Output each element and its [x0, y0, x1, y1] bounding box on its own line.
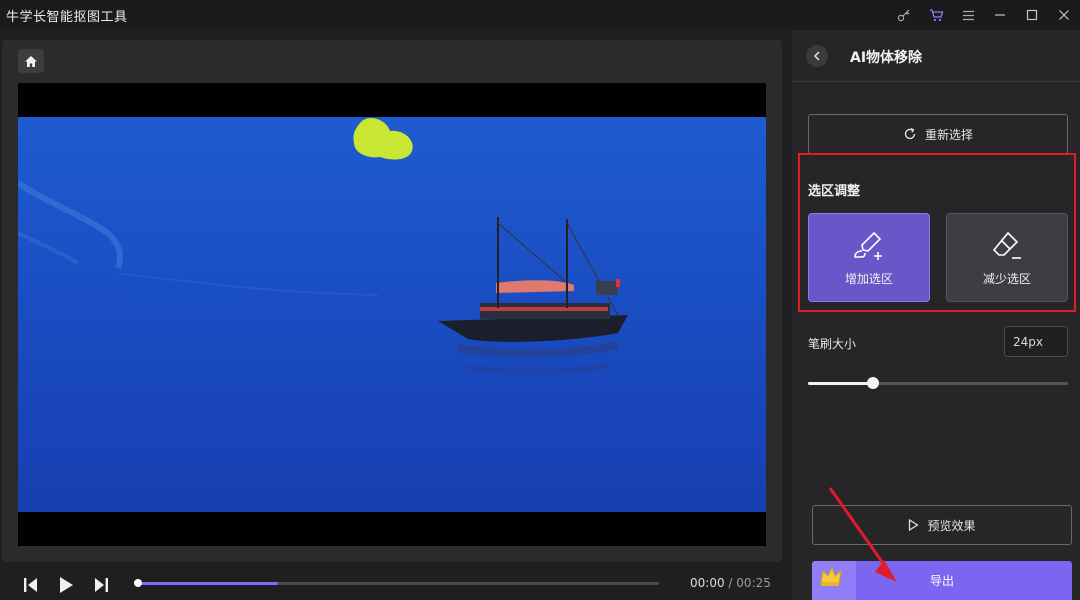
export-button[interactable]: 导出 [812, 561, 1072, 600]
app-title: 牛学长智能抠图工具 [6, 9, 128, 25]
play-icon [60, 577, 73, 593]
cart-icon[interactable] [920, 0, 952, 30]
reduce-selection-button[interactable]: 减少选区 [946, 213, 1068, 302]
panel-header: AI物体移除 [792, 30, 1080, 82]
panel-title: AI物体移除 [850, 50, 923, 66]
refresh-icon [904, 127, 916, 140]
home-icon [25, 55, 37, 67]
menu-icon[interactable] [952, 0, 984, 30]
export-label: 导出 [929, 574, 954, 588]
brush-size-label: 笔刷大小 [808, 337, 857, 351]
add-selection-button[interactable]: 增加选区 [808, 213, 930, 302]
minimize-icon[interactable] [984, 0, 1016, 30]
next-frame-button[interactable] [90, 574, 112, 596]
timeline-track[interactable] [134, 579, 659, 587]
brush-size-slider-handle[interactable] [867, 377, 879, 389]
playback-bar [0, 562, 790, 600]
back-button[interactable] [806, 45, 828, 67]
window-controls [888, 0, 1080, 30]
play-outline-icon [909, 519, 920, 531]
reduce-selection-label: 减少选区 [982, 272, 1031, 286]
brush-size-input[interactable]: 24px [1004, 326, 1068, 357]
brush-size-slider-fill [808, 382, 873, 385]
close-icon[interactable] [1048, 0, 1080, 30]
side-panel: AI物体移除 重新选择 选区调整 增加选区 减少选区 笔刷大小 24px 预览效… [792, 30, 1080, 600]
step-forward-icon [95, 578, 108, 592]
time-display: 00:00 / 00:25 [690, 576, 771, 590]
total-time: 00:25 [736, 576, 771, 590]
previous-frame-button[interactable] [20, 574, 42, 596]
time-separator: / [728, 576, 733, 590]
crown-icon [812, 561, 856, 600]
timeline-progress [137, 582, 278, 585]
editor-stage [2, 40, 782, 562]
chevron-left-icon [813, 51, 820, 61]
step-back-icon [24, 578, 37, 592]
current-time: 00:00 [690, 576, 725, 590]
preview-button[interactable]: 预览效果 [812, 505, 1072, 545]
add-selection-label: 增加选区 [844, 272, 893, 286]
video-frame [18, 83, 766, 546]
eraser-minus-icon [992, 231, 1021, 259]
key-icon[interactable] [888, 0, 920, 30]
maximize-icon[interactable] [1016, 0, 1048, 30]
home-button[interactable] [18, 49, 44, 73]
reselect-button[interactable]: 重新选择 [808, 114, 1068, 154]
timeline-handle[interactable] [134, 579, 142, 587]
reselect-label: 重新选择 [924, 127, 973, 142]
title-bar: 牛学长智能抠图工具 [0, 0, 1080, 30]
brush-plus-icon [854, 231, 882, 260]
preview-label: 预览效果 [927, 518, 976, 533]
selection-adjust-title: 选区调整 [808, 184, 861, 199]
play-button[interactable] [55, 574, 77, 596]
video-canvas[interactable] [18, 83, 766, 546]
brush-size-slider[interactable] [808, 377, 1068, 389]
